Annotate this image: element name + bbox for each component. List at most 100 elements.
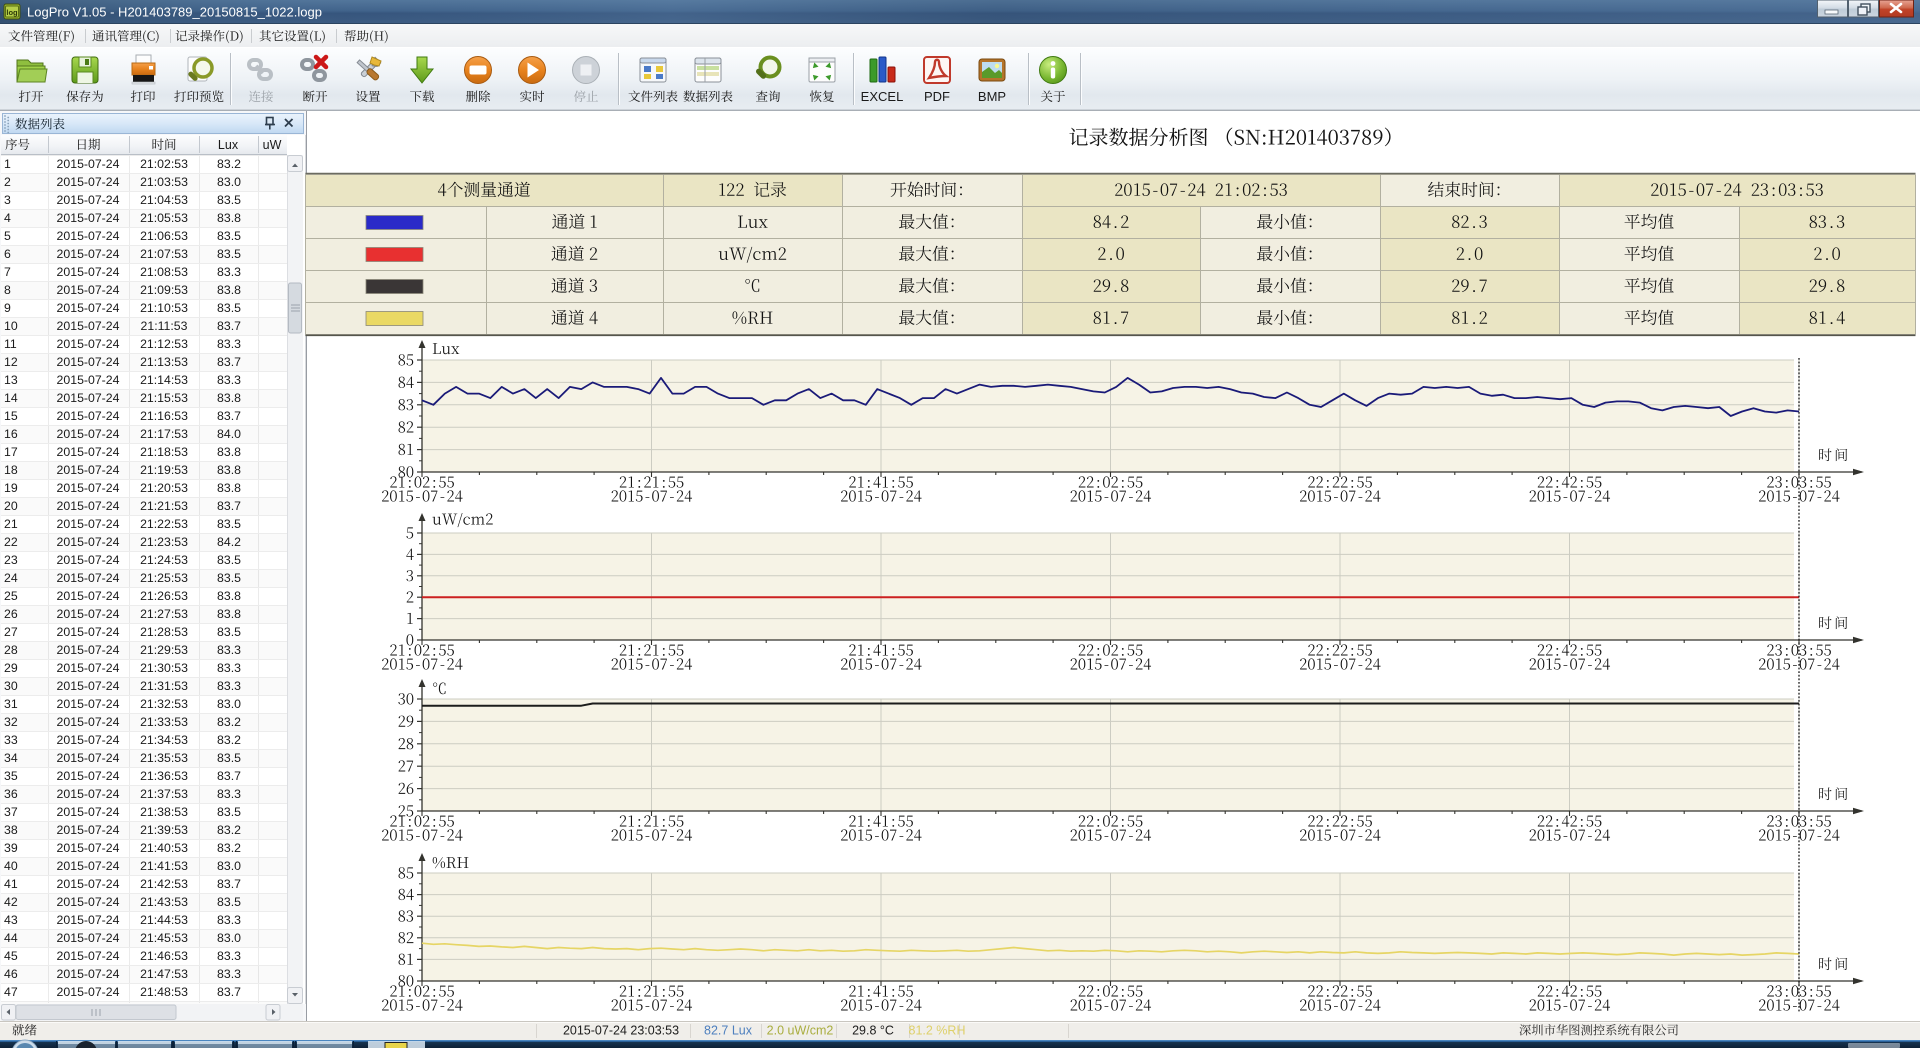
svg-text:15: 15 (4, 409, 18, 423)
svg-text:2015-07-24: 2015-07-24 (57, 697, 120, 711)
svg-text:83.3: 83.3 (217, 265, 241, 279)
svg-text:2015-07-24: 2015-07-24 (57, 805, 120, 819)
svg-text:83.3: 83.3 (217, 373, 241, 387)
svg-text:uW: uW (263, 138, 282, 152)
svg-text:2015-07-24: 2015-07-24 (57, 265, 120, 279)
svg-text:29: 29 (4, 661, 18, 675)
svg-text:83.3: 83.3 (217, 337, 241, 351)
svg-text:2015-07-24: 2015-07-24 (57, 877, 120, 891)
svg-text:2015-07-24 23:03:53: 2015-07-24 23:03:53 (563, 1024, 679, 1038)
svg-text:27: 27 (4, 625, 18, 639)
svg-text:83.3: 83.3 (217, 913, 241, 927)
svg-text:83.5: 83.5 (217, 625, 241, 639)
svg-text:2015-07-24: 2015-07-24 (57, 661, 120, 675)
svg-text:1: 1 (4, 157, 11, 171)
svg-text:82.7 Lux: 82.7 Lux (704, 1024, 753, 1038)
svg-text:45: 45 (4, 949, 18, 963)
svg-text:83.5: 83.5 (217, 301, 241, 315)
svg-text:21:12:53: 21:12:53 (140, 337, 188, 351)
svg-text:83.5: 83.5 (217, 193, 241, 207)
svg-text:21:44:53: 21:44:53 (140, 913, 188, 927)
svg-text:83.7: 83.7 (217, 877, 241, 891)
svg-text:21:48:53: 21:48:53 (140, 985, 188, 999)
svg-text:29.8 °C: 29.8 °C (852, 1024, 894, 1038)
svg-text:2015-07-24: 2015-07-24 (57, 373, 120, 387)
svg-text:21:36:53: 21:36:53 (140, 769, 188, 783)
svg-text:33: 33 (4, 733, 18, 747)
svg-text:47: 47 (4, 985, 18, 999)
svg-text:83.5: 83.5 (217, 805, 241, 819)
svg-text:21:10:53: 21:10:53 (140, 301, 188, 315)
svg-text:21:08:53: 21:08:53 (140, 265, 188, 279)
svg-text:21:28:53: 21:28:53 (140, 625, 188, 639)
svg-text:2015-07-24: 2015-07-24 (57, 193, 120, 207)
svg-text:2015-07-24: 2015-07-24 (57, 625, 120, 639)
svg-text:2015-07-24: 2015-07-24 (57, 445, 120, 459)
svg-text:3: 3 (4, 193, 11, 207)
svg-text:2015-07-24: 2015-07-24 (57, 733, 120, 747)
svg-text:21:34:53: 21:34:53 (140, 733, 188, 747)
svg-text:17: 17 (4, 445, 18, 459)
svg-text:83.2: 83.2 (217, 841, 241, 855)
svg-text:2015-07-24: 2015-07-24 (57, 517, 120, 531)
svg-text:83.5: 83.5 (217, 517, 241, 531)
svg-text:83.7: 83.7 (217, 409, 241, 423)
svg-text:31: 31 (4, 697, 18, 711)
svg-text:2015-07-24: 2015-07-24 (57, 481, 120, 495)
svg-text:21:26:53: 21:26:53 (140, 589, 188, 603)
svg-text:21:20:53: 21:20:53 (140, 481, 188, 495)
svg-text:83.5: 83.5 (217, 553, 241, 567)
svg-text:11: 11 (4, 337, 17, 351)
svg-text:83.2: 83.2 (217, 157, 241, 171)
svg-text:23: 23 (4, 553, 18, 567)
svg-text:2015-07-24: 2015-07-24 (57, 841, 120, 855)
svg-text:2.0 uW/cm2: 2.0 uW/cm2 (767, 1024, 834, 1038)
svg-text:83.2: 83.2 (217, 733, 241, 747)
svg-text:21:04:53: 21:04:53 (140, 193, 188, 207)
svg-text:9: 9 (4, 301, 11, 315)
svg-text:41: 41 (4, 877, 18, 891)
svg-text:25: 25 (4, 589, 18, 603)
svg-text:21:38:53: 21:38:53 (140, 805, 188, 819)
svg-text:2015-07-24: 2015-07-24 (57, 409, 120, 423)
svg-text:37: 37 (4, 805, 18, 819)
svg-text:21:18:53: 21:18:53 (140, 445, 188, 459)
svg-text:BMP: BMP (978, 89, 1006, 104)
svg-text:19: 19 (4, 481, 18, 495)
svg-text:21:02:53: 21:02:53 (140, 157, 188, 171)
svg-text:21:16:53: 21:16:53 (140, 409, 188, 423)
svg-text:2015-07-24: 2015-07-24 (57, 949, 120, 963)
svg-text:21:30:53: 21:30:53 (140, 661, 188, 675)
svg-text:83.7: 83.7 (217, 769, 241, 783)
svg-text:5: 5 (4, 229, 11, 243)
svg-text:21:32:53: 21:32:53 (140, 697, 188, 711)
svg-text:2015-07-24: 2015-07-24 (57, 913, 120, 927)
svg-text:21:24:53: 21:24:53 (140, 553, 188, 567)
svg-text:LogPro V1.05 - H201403789_2015: LogPro V1.05 - H201403789_20150815_1022.… (27, 5, 322, 20)
svg-text:2015-07-24: 2015-07-24 (57, 769, 120, 783)
svg-text:21:22:53: 21:22:53 (140, 517, 188, 531)
svg-text:2015-07-24: 2015-07-24 (57, 301, 120, 315)
svg-text:2015-07-24: 2015-07-24 (57, 229, 120, 243)
svg-text:21:42:53: 21:42:53 (140, 877, 188, 891)
svg-text:83.8: 83.8 (217, 589, 241, 603)
svg-text:2015-07-24: 2015-07-24 (57, 553, 120, 567)
svg-text:2015-07-24: 2015-07-24 (57, 337, 120, 351)
svg-text:83.8: 83.8 (217, 445, 241, 459)
svg-text:83.3: 83.3 (217, 661, 241, 675)
svg-text:83.8: 83.8 (217, 481, 241, 495)
svg-text:83.0: 83.0 (217, 697, 241, 711)
svg-text:83.3: 83.3 (217, 949, 241, 963)
svg-text:21: 21 (4, 517, 18, 531)
svg-text:2015-07-24: 2015-07-24 (57, 589, 120, 603)
svg-text:2015-07-24: 2015-07-24 (57, 157, 120, 171)
svg-text:81.2 %RH: 81.2 %RH (909, 1024, 966, 1038)
svg-text:43: 43 (4, 913, 18, 927)
svg-text:21:14:53: 21:14:53 (140, 373, 188, 387)
svg-text:EXCEL: EXCEL (861, 89, 904, 104)
svg-text:21:06:53: 21:06:53 (140, 229, 188, 243)
svg-text:21:46:53: 21:46:53 (140, 949, 188, 963)
svg-text:35: 35 (4, 769, 18, 783)
svg-text:PDF: PDF (924, 89, 950, 104)
svg-text:Lux: Lux (218, 138, 239, 152)
